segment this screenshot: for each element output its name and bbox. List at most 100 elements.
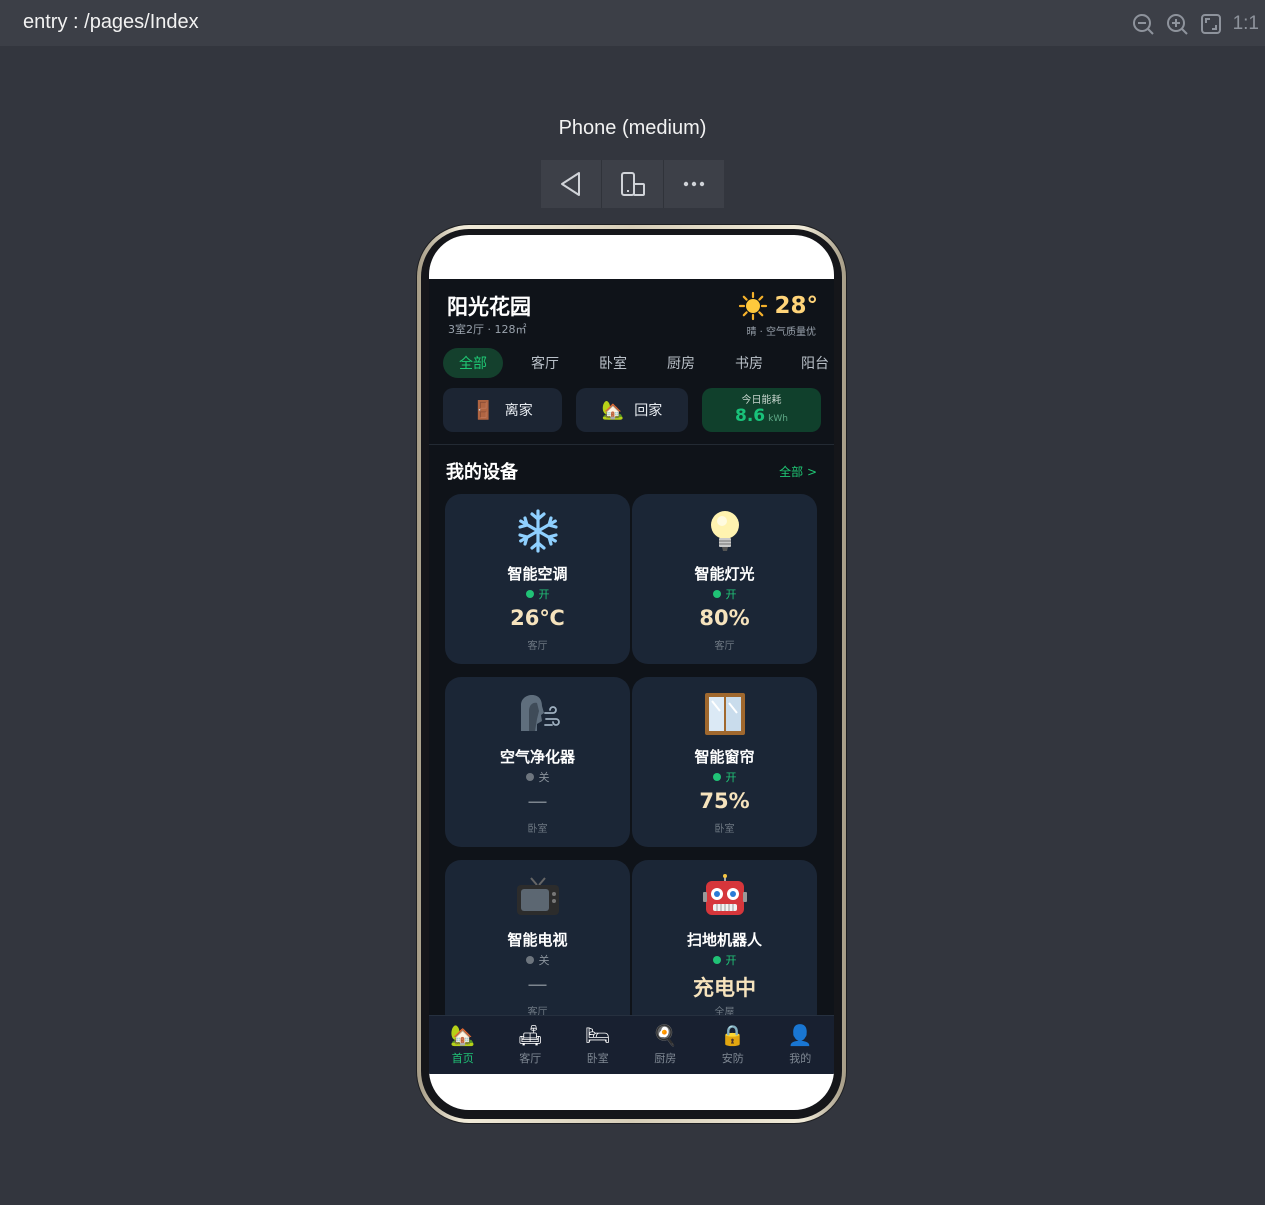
nav-bedroom[interactable]: 🛏 卧室: [564, 1016, 632, 1074]
bottom-nav: 🏡 首页 🛋 客厅 🛏 卧室 🍳 厨房 🔒 安防 👤 我的: [429, 1015, 834, 1074]
status-text: 关: [538, 771, 550, 784]
device-room: 客厅: [714, 641, 735, 652]
bed-icon: 🛏: [585, 1023, 611, 1047]
status-dot: [525, 956, 534, 964]
user-icon: 👤: [787, 1023, 813, 1047]
house-icon: 🏡: [601, 399, 625, 421]
back-button[interactable]: [541, 160, 603, 208]
snowflake-icon: [445, 508, 630, 565]
energy-card[interactable]: 今日能耗 8.6 kWh: [702, 388, 821, 432]
window-icon: [632, 691, 817, 748]
devices-title: 我的设备: [446, 462, 518, 483]
fit-screen-icon[interactable]: [1199, 12, 1223, 36]
smart-home-app: 阳光花园 3室2厅 · 128㎡ 28° 晴 · 空气质量优 全部 客厅 卧室 …: [429, 279, 834, 1074]
nav-label: 首页: [451, 1052, 474, 1065]
header-divider: [429, 444, 834, 445]
nav-label: 我的: [789, 1052, 812, 1065]
temperature: 28°: [774, 293, 818, 319]
nav-label: 卧室: [586, 1052, 609, 1065]
devices-more-link[interactable]: 全部 >: [779, 463, 817, 480]
device-room: 卧室: [714, 824, 735, 835]
device-status: 开: [632, 952, 817, 968]
device-card-robot[interactable]: 扫地机器人 开 充电中 全屋: [632, 860, 817, 1017]
device-name: 智能窗帘: [694, 748, 755, 766]
tab-balcony[interactable]: 阳台: [783, 348, 829, 378]
device-card-curtain[interactable]: 智能窗帘 开 75% 卧室: [632, 677, 817, 847]
leave-home-button[interactable]: 🚪 离家: [443, 388, 562, 432]
status-dot: [525, 773, 534, 781]
status-dot: [525, 590, 534, 598]
device-name: 智能电视: [507, 931, 568, 949]
status-dot: [712, 773, 721, 781]
device-name: 智能灯光: [694, 565, 755, 583]
device-label: Phone (medium): [558, 117, 707, 139]
scene-row: 🚪 离家 🏡 回家 今日能耗 8.6 kWh: [443, 388, 821, 432]
device-status: 关: [445, 769, 630, 785]
status-text: 开: [538, 588, 550, 601]
more-options-button[interactable]: [664, 160, 724, 208]
status-text: 开: [725, 588, 737, 601]
zoom-out-icon[interactable]: [1131, 12, 1155, 36]
light-bulb-icon: [632, 508, 817, 565]
door-icon: 🚪: [472, 399, 495, 421]
device-room: 卧室: [527, 824, 548, 835]
nav-kitchen[interactable]: 🍳 厨房: [632, 1016, 700, 1074]
status-text: 开: [725, 954, 737, 967]
nav-label: 客厅: [519, 1052, 542, 1065]
actual-size-button[interactable]: 1:1: [1233, 12, 1259, 36]
phone-screen: 阳光花园 3室2厅 · 128㎡ 28° 晴 · 空气质量优 全部 客厅 卧室 …: [429, 235, 834, 1110]
come-home-button[interactable]: 🏡 回家: [576, 388, 688, 432]
device-card-ac[interactable]: 智能空调 开 26℃ 客厅: [445, 494, 630, 664]
device-value: 80%: [699, 606, 750, 630]
robot-icon: [632, 874, 817, 931]
device-value: 26℃: [510, 606, 565, 630]
nav-home[interactable]: 🏡 首页: [429, 1016, 497, 1074]
room-tabs: 全部 客厅 卧室 厨房 书房 阳台: [443, 348, 829, 378]
nav-label: 安防: [721, 1052, 744, 1065]
nav-security[interactable]: 🔒 安防: [699, 1016, 767, 1074]
device-value: 75%: [699, 789, 750, 813]
entry-path: entry : /pages/Index: [23, 11, 199, 33]
device-room: 客厅: [527, 641, 548, 652]
sofa-icon: 🛋: [517, 1023, 543, 1047]
status-text: 关: [538, 954, 550, 967]
nav-profile[interactable]: 👤 我的: [767, 1016, 835, 1074]
rotate-device-button[interactable]: [602, 160, 664, 208]
status-text: 开: [725, 771, 737, 784]
device-card-purifier[interactable]: 空气净化器 关 — 卧室: [445, 677, 630, 847]
come-home-label: 回家: [634, 403, 663, 419]
energy-value-row: 8.6 kWh: [735, 406, 788, 429]
lock-icon: 🔒: [720, 1023, 746, 1047]
device-status: 开: [632, 586, 817, 602]
energy-unit: kWh: [768, 414, 788, 424]
device-value: —: [527, 789, 548, 813]
tab-living-room[interactable]: 客厅: [511, 348, 579, 378]
device-card-tv[interactable]: 智能电视 关 — 客厅: [445, 860, 630, 1017]
air-purifier-icon: [445, 691, 630, 748]
energy-value: 8.6: [735, 406, 766, 426]
back-triangle-icon: [561, 172, 581, 196]
device-name: 智能空调: [507, 565, 568, 583]
status-dot: [712, 956, 721, 964]
tab-kitchen[interactable]: 厨房: [647, 348, 715, 378]
zoom-in-icon[interactable]: [1165, 12, 1189, 36]
sun-icon: [739, 291, 768, 321]
status-dot: [712, 590, 721, 598]
tv-icon: [445, 874, 630, 931]
device-status: 关: [445, 952, 630, 968]
nav-label: 厨房: [654, 1052, 677, 1065]
tab-all[interactable]: 全部: [443, 348, 503, 378]
device-value: —: [527, 972, 548, 996]
home-title: 阳光花园: [447, 295, 531, 319]
device-card-light[interactable]: 智能灯光 开 80% 客厅: [632, 494, 817, 664]
device-toolbar: [541, 160, 724, 208]
nav-living-room[interactable]: 🛋 客厅: [497, 1016, 565, 1074]
tab-bedroom[interactable]: 卧室: [579, 348, 647, 378]
weather-subtitle: 晴 · 空气质量优: [746, 327, 816, 338]
preview-toolbar: entry : /pages/Index 1:1: [0, 0, 1265, 46]
device-name: 扫地机器人: [686, 931, 762, 949]
weather-widget[interactable]: 28°: [738, 291, 818, 321]
leave-home-label: 离家: [504, 403, 533, 419]
tab-study[interactable]: 书房: [715, 348, 783, 378]
energy-label: 今日能耗: [741, 395, 782, 406]
